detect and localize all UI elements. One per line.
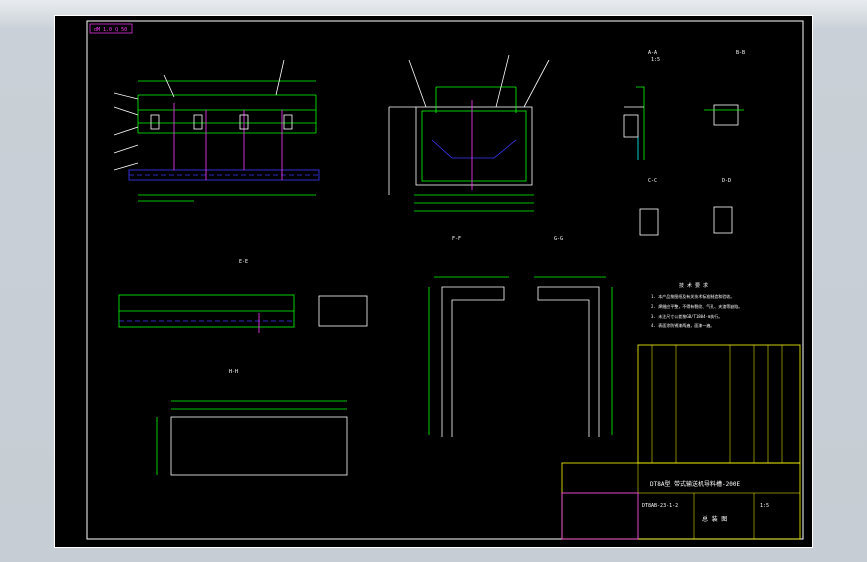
note-1: 1. 本产品按图纸及有关技术标准制造和验收。: [651, 293, 734, 299]
parts-list-table: [637, 344, 801, 464]
main-elevation-view: [113, 59, 320, 202]
note-4: 4. 表面涂防锈漆两遍，面漆一遍。: [651, 322, 714, 328]
title-scale: 1:5: [760, 503, 769, 509]
label-view-8: H-H: [229, 369, 238, 375]
cad-viewport[interactable]: dM 1.0 Q 50 A-A B-B C-C D-D E-E F-F G-G …: [0, 0, 867, 562]
note-3: 3. 未注尺寸公差按GB/T1804-m执行。: [651, 313, 722, 319]
drawing-canvas: dM 1.0 Q 50 A-A B-B C-C D-D E-E F-F G-G …: [54, 15, 813, 548]
note-2: 2. 焊缝应平整，不得有裂纹、气孔、夹渣等缺陷。: [651, 303, 742, 309]
label-view-5: E-E: [239, 259, 248, 265]
label-view-1: A-A: [648, 50, 657, 56]
corner-stamp: dM 1.0 Q 50: [94, 27, 127, 33]
cross-section-view: [388, 54, 550, 212]
side-frames: [428, 276, 613, 437]
drawing-title: DT8A型 带式输送机导料槽-200E: [650, 480, 741, 488]
scale-label: 1:5: [651, 57, 660, 63]
title-block: DT8A型 带式输送机导料槽-200E DT8AB-23-1-2 总 装 图 1…: [561, 462, 801, 540]
notes-title: 技 术 要 求: [679, 282, 708, 289]
drawing-number: DT8AB-23-1-2: [642, 503, 678, 509]
section-long-view: [118, 294, 368, 333]
drawing-sheet[interactable]: dM 1.0 Q 50 A-A B-B C-C D-D E-E F-F G-G …: [54, 15, 813, 548]
label-view-3: C-C: [648, 178, 657, 184]
label-view-7: G-G: [554, 236, 563, 242]
label-view-2: B-B: [736, 50, 745, 56]
sheet-name: 总 装 图: [702, 515, 727, 523]
detail-views: [623, 86, 744, 236]
label-view-6: F-F: [452, 236, 461, 242]
inner-frame: [86, 20, 804, 540]
plate-view: [156, 400, 348, 476]
label-view-4: D-D: [722, 178, 731, 184]
